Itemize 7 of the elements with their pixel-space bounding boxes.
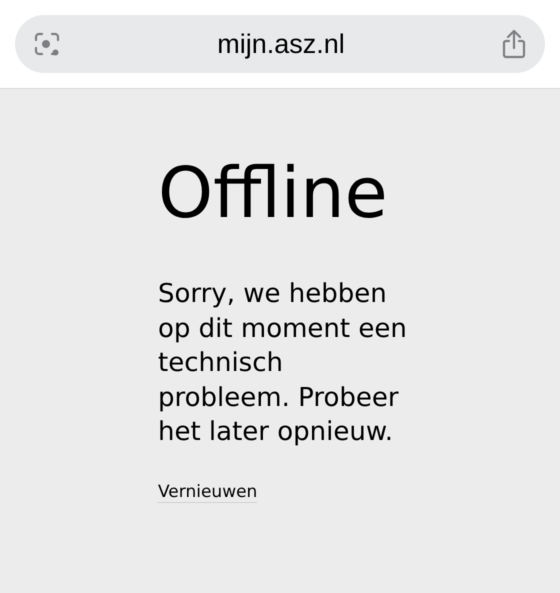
error-message: Sorry, we hebben op dit moment een technisch probleem. Probeer het later opnieuw.: [158, 278, 408, 449]
refresh-link[interactable]: Vernieuwen: [158, 482, 258, 502]
address-bar[interactable]: mijn.asz.nl: [15, 15, 545, 73]
share-icon[interactable]: [500, 29, 527, 59]
page-title: Offline: [158, 151, 388, 235]
visual-lookup-icon[interactable]: [33, 30, 61, 58]
url-text: mijn.asz.nl: [217, 28, 345, 61]
